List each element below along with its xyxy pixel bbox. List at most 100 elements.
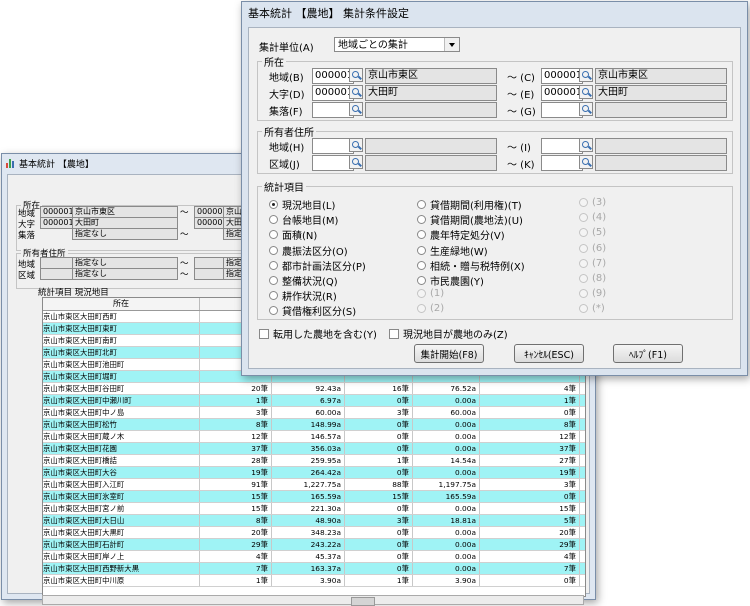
radio-circle[interactable] (269, 245, 278, 255)
oaza-to-code-input[interactable]: 000001 (541, 85, 583, 101)
scroll-thumb[interactable] (351, 597, 375, 606)
radio-circle[interactable] (417, 276, 426, 285)
cell-shozai: 京山市東区大田町西町 (43, 311, 200, 322)
include-converted-checkbox[interactable]: 転用した農地を含む(Y) (259, 326, 377, 341)
oaza-name-display: 大田町 (365, 85, 497, 101)
checkbox-box[interactable] (389, 328, 399, 339)
stat-radio-1-1[interactable]: 貸借期間(農地法)(U) (417, 212, 523, 227)
table-row[interactable]: 京山市東区大田町花園 37筆 356.03a 0筆 0.00a 37筆 (43, 443, 585, 455)
owner-kuiki-code-input[interactable] (312, 155, 354, 171)
stat-radio-0-0[interactable]: 現況地目(L) (269, 197, 335, 212)
stat-radio-0-2[interactable]: 面積(N) (269, 227, 317, 242)
shuraku-to-code-input[interactable] (541, 102, 583, 118)
radio-circle[interactable] (269, 215, 278, 225)
stat-radio-1-2[interactable]: 農年特定処分(V) (417, 227, 505, 242)
search-icon[interactable] (349, 138, 363, 152)
oaza-to-name-display: 大田町 (595, 85, 727, 101)
stat-radio-0-5[interactable]: 整備状況(Q) (269, 273, 338, 288)
table-row[interactable]: 京山市東区大田町氷室町 15筆 165.59a 15筆 165.59a 0筆 (43, 491, 585, 503)
owner-kuiki-field: 指定なし (72, 268, 178, 280)
radio-circle[interactable] (417, 245, 426, 255)
table-row[interactable]: 京山市東区大田町宮ノ前 15筆 221.30a 0筆 0.00a 15筆 (43, 503, 585, 515)
table-row[interactable]: 京山市東区大田町大日山 8筆 48.90a 3筆 18.81a 5筆 (43, 515, 585, 527)
cell-shozai: 京山市東区大田町大黒町 (43, 527, 200, 538)
farmland-only-checkbox[interactable]: 現況地目が農地のみ(Z) (389, 326, 508, 341)
search-icon[interactable] (579, 68, 593, 82)
stat-radio-0-7[interactable]: 貸借権利区分(S) (269, 303, 356, 318)
owner-chiiki-name-display (365, 138, 497, 154)
stat-radio-0-1[interactable]: 台帳地目(M) (269, 212, 338, 227)
search-icon[interactable] (579, 138, 593, 152)
owner-chiiki-code-input[interactable] (312, 138, 354, 154)
table-row[interactable]: 京山市東区大田町橋詰 28筆 259.95a 1筆 14.54a 27筆 (43, 455, 585, 467)
owner-kuiki-to-code-input[interactable] (541, 155, 583, 171)
search-icon[interactable] (349, 85, 363, 99)
header-shozai[interactable]: 所在 (43, 298, 200, 310)
stat-radio-0-3[interactable]: 農振法区分(O) (269, 243, 348, 258)
oaza-code-input[interactable]: 000001 (312, 85, 354, 101)
search-icon[interactable] (579, 155, 593, 169)
radio-circle[interactable] (269, 291, 278, 301)
owner-chiiki-label: 地域(H) (269, 143, 305, 154)
dialog-titlebar[interactable]: 基本統計 【農地】 集計条件設定 (242, 2, 747, 24)
search-icon[interactable] (349, 155, 363, 169)
radio-label: (9) (592, 288, 607, 300)
radio-circle[interactable] (269, 306, 278, 316)
owner-kuiki-to-label: 〜 (K) (507, 160, 535, 171)
table-row[interactable]: 京山市東区大田町谷田町 20筆 92.43a 16筆 76.52a 4筆 (43, 383, 585, 395)
cancel-button[interactable]: ｷｬﾝｾﾙ(ESC) (514, 344, 584, 363)
radio-circle[interactable] (269, 200, 278, 209)
table-row[interactable]: 京山市東区大田町岸ノ上 4筆 45.37a 0筆 0.00a 4筆 (43, 551, 585, 563)
table-row[interactable]: 京山市東区大田町石計町 29筆 243.22a 0筆 0.00a 29筆 (43, 539, 585, 551)
cell-value: 45.37a (272, 551, 345, 562)
table-row[interactable]: 京山市東区大田町大黒町 20筆 348.23a 0筆 0.00a 20筆 (43, 527, 585, 539)
shuraku-code-input[interactable] (312, 102, 354, 118)
cell-value: 20筆 (200, 527, 272, 538)
radio-circle[interactable] (417, 200, 426, 209)
checkbox-box[interactable] (259, 328, 269, 339)
radio-label: 都市計画法区分(P) (282, 261, 366, 273)
stat-radio-0-6[interactable]: 耕作状況(R) (269, 288, 337, 303)
stat-radio-0-4[interactable]: 都市計画法区分(P) (269, 258, 366, 273)
stat-radio-1-4[interactable]: 相続・贈与税特例(X) (417, 258, 525, 273)
cell-value: 0筆 (345, 443, 413, 454)
unit-select[interactable]: 地域ごとの集計 (334, 37, 460, 52)
start-button[interactable]: 集計開始(F8) (414, 344, 484, 363)
table-row[interactable]: 京山市東区大田町大谷 19筆 264.42a 0筆 0.00a 19筆 (43, 467, 585, 479)
owner-chiiki-to-code-input[interactable] (541, 138, 583, 154)
chiiki-code-input[interactable]: 000001 (312, 68, 354, 84)
help-button[interactable]: ﾍﾙﾌﾟ(F1) (613, 344, 683, 363)
table-row[interactable]: 京山市東区大田町西野新大黒 7筆 163.37a 0筆 0.00a 7筆 (43, 563, 585, 575)
cell-shozai: 京山市東区大田町宮ノ前 (43, 503, 200, 514)
cell-value: 12筆 (480, 431, 580, 442)
radio-circle[interactable] (269, 230, 278, 240)
cell-value: 356.03a (272, 443, 345, 454)
radio-circle[interactable] (269, 276, 278, 285)
stat-radio-1-3[interactable]: 生産緑地(W) (417, 243, 488, 258)
table-row[interactable]: 京山市東区大田町中ノ島 3筆 60.00a 3筆 60.00a 0筆 (43, 407, 585, 419)
horizontal-scrollbar[interactable] (42, 595, 584, 606)
table-row[interactable]: 京山市東区大田町入江町 91筆 1,227.75a 88筆 1,197.75a 3筆 (43, 479, 585, 491)
radio-circle[interactable] (417, 260, 426, 270)
search-icon[interactable] (349, 102, 363, 116)
stat-radio-2-5: (8) (579, 273, 606, 284)
table-row[interactable]: 京山市東区大田町中瀬川町 1筆 6.97a 0筆 0.00a 1筆 (43, 395, 585, 407)
search-icon[interactable] (579, 85, 593, 99)
cell-value: 3.90a (272, 575, 345, 586)
stat-radio-1-0[interactable]: 貸借期間(利用権)(T) (417, 197, 522, 212)
table-row[interactable]: 京山市東区大田町中川原 1筆 3.90a 1筆 3.90a 0筆 (43, 575, 585, 587)
chevron-down-icon[interactable] (444, 38, 459, 51)
radio-circle[interactable] (417, 230, 426, 240)
cell-value: 1,227.75a (272, 479, 345, 490)
table-row[interactable]: 京山市東区大田町蔵ノ木 12筆 146.57a 0筆 0.00a 12筆 (43, 431, 585, 443)
search-icon[interactable] (349, 68, 363, 82)
search-icon[interactable] (579, 102, 593, 116)
radio-circle[interactable] (269, 260, 278, 270)
table-row[interactable]: 京山市東区大田町松竹 8筆 148.99a 0筆 0.00a 8筆 (43, 419, 585, 431)
cell-shozai: 京山市東区大田町南町 (43, 335, 200, 346)
radio-circle[interactable] (417, 215, 426, 225)
stat-radio-1-5[interactable]: 市民農園(Y) (417, 273, 484, 288)
cell-value: 1筆 (345, 575, 413, 586)
label-owner-kuiki: 区域 (18, 271, 36, 281)
chiiki-to-code-input[interactable]: 000001 (541, 68, 583, 84)
